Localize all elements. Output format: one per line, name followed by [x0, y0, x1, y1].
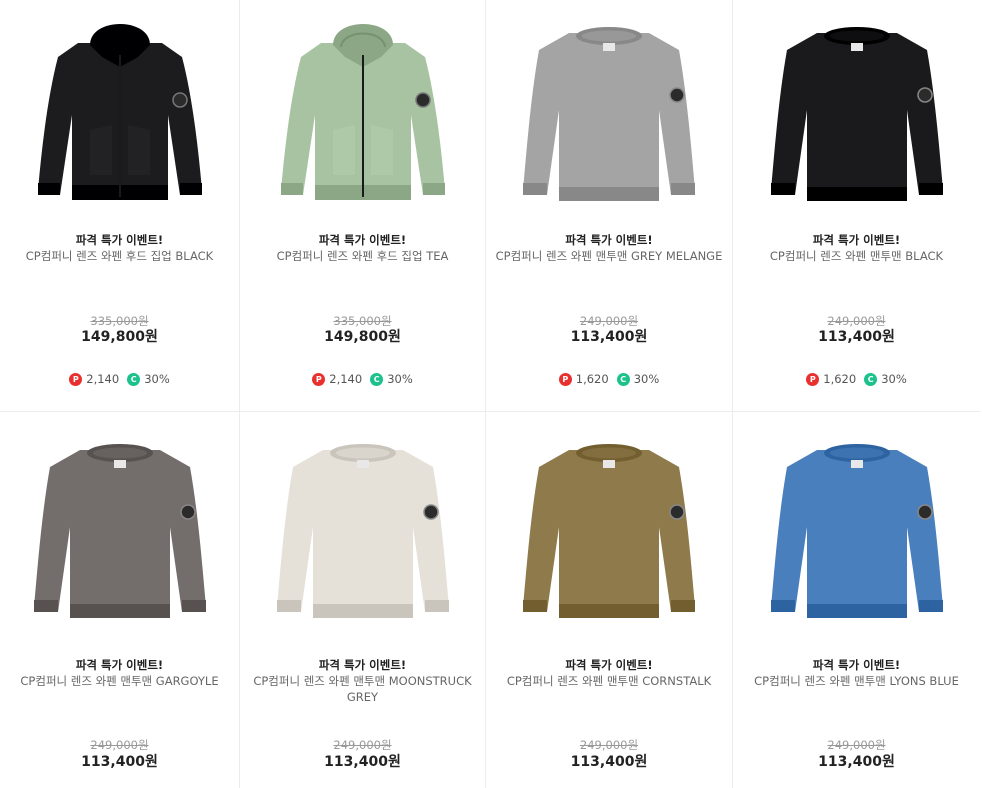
product-card[interactable]: 파격 특가 이벤트! CP컴퍼니 렌즈 와펜 맨투맨 GARGOYLE 249,… — [0, 412, 240, 788]
promo-label: 파격 특가 이벤트! — [318, 233, 407, 247]
product-card[interactable]: 파격 특가 이벤트! CP컴퍼니 렌즈 와펜 맨투맨 GREY MELANGE … — [486, 0, 733, 412]
sweatshirt-icon — [276, 444, 449, 618]
sweatshirt-icon — [33, 444, 206, 618]
product-image[interactable] — [0, 416, 239, 638]
coupon-icon: C — [616, 372, 630, 386]
points-value: 1,620 — [823, 372, 857, 386]
promo-label: 파격 특가 이벤트! — [318, 658, 407, 672]
sweatshirt-icon — [770, 27, 943, 201]
sale-price: 149,800원 — [324, 329, 401, 345]
product-image[interactable] — [240, 0, 485, 220]
product-name[interactable]: CP컴퍼니 렌즈 와펜 후드 집업 BLACK — [6, 248, 233, 264]
hoodie-icon — [280, 24, 445, 200]
benefit-badges: P 1,620 C 30% — [733, 372, 980, 386]
sale-price: 113,400원 — [81, 754, 158, 770]
product-image[interactable] — [733, 416, 980, 638]
points-icon: P — [69, 372, 83, 386]
product-name[interactable]: CP컴퍼니 렌즈 와펜 맨투맨 GARGOYLE — [6, 673, 233, 689]
product-grid: 파격 특가 이벤트! CP컴퍼니 렌즈 와펜 후드 집업 BLACK 335,0… — [0, 0, 980, 788]
sale-price: 149,800원 — [81, 329, 158, 345]
hoodie-icon — [37, 24, 202, 200]
product-image[interactable] — [486, 416, 732, 638]
benefit-badges: P 2,140 C 30% — [0, 372, 239, 386]
points-icon: P — [558, 372, 572, 386]
sweatshirt-icon — [523, 27, 695, 201]
sale-price: 113,400원 — [570, 329, 648, 345]
product-name[interactable]: CP컴퍼니 렌즈 와펜 후드 집업 TEA — [246, 248, 479, 264]
product-image[interactable] — [0, 0, 239, 220]
coupon-value: 30% — [633, 372, 660, 386]
product-name[interactable]: CP컴퍼니 렌즈 와펜 맨투맨 GREY MELANGE — [492, 248, 726, 264]
product-name[interactable]: CP컴퍼니 렌즈 와펜 맨투맨 CORNSTALK — [492, 673, 726, 689]
product-card[interactable]: 파격 특가 이벤트! CP컴퍼니 렌즈 와펜 후드 집업 BLACK 335,0… — [0, 0, 240, 412]
sweatshirt-icon — [523, 444, 695, 618]
sale-price: 113,400원 — [324, 754, 401, 770]
product-card[interactable]: 파격 특가 이벤트! CP컴퍼니 렌즈 와펜 맨투맨 BLACK 249,000… — [733, 0, 980, 412]
sweatshirt-icon — [770, 444, 943, 618]
promo-label: 파격 특가 이벤트! — [812, 233, 901, 247]
coupon-value: 30% — [387, 372, 413, 386]
product-image[interactable] — [240, 416, 485, 638]
promo-label: 파격 특가 이벤트! — [565, 658, 653, 672]
promo-label: 파격 특가 이벤트! — [75, 658, 164, 672]
coupon-icon: C — [864, 372, 878, 386]
points-value: 1,620 — [575, 372, 609, 386]
product-image[interactable] — [733, 0, 980, 220]
product-name[interactable]: CP컴퍼니 렌즈 와펜 맨투맨 LYONS BLUE — [739, 673, 974, 689]
promo-label: 파격 특가 이벤트! — [812, 658, 901, 672]
product-card[interactable]: 파격 특가 이벤트! CP컴퍼니 렌즈 와펜 맨투맨 CORNSTALK 249… — [486, 412, 733, 788]
coupon-value: 30% — [144, 372, 170, 386]
sale-price: 113,400원 — [818, 329, 895, 345]
coupon-icon: C — [127, 372, 141, 386]
points-value: 2,140 — [86, 372, 120, 386]
sale-price: 113,400원 — [818, 754, 895, 770]
points-icon: P — [312, 372, 326, 386]
points-icon: P — [806, 372, 820, 386]
promo-label: 파격 특가 이벤트! — [565, 233, 653, 247]
product-card[interactable]: 파격 특가 이벤트! CP컴퍼니 렌즈 와펜 맨투맨 MOONSTRUCK GR… — [240, 412, 486, 788]
product-image[interactable] — [486, 0, 732, 220]
sale-price: 113,400원 — [570, 754, 648, 770]
promo-label: 파격 특가 이벤트! — [75, 233, 164, 247]
benefit-badges: P 2,140 C 30% — [240, 372, 485, 386]
product-card[interactable]: 파격 특가 이벤트! CP컴퍼니 렌즈 와펜 후드 집업 TEA 335,000… — [240, 0, 486, 412]
points-value: 2,140 — [329, 372, 363, 386]
coupon-value: 30% — [881, 372, 907, 386]
coupon-icon: C — [370, 372, 384, 386]
product-name[interactable]: CP컴퍼니 렌즈 와펜 맨투맨 MOONSTRUCK GREY — [246, 673, 479, 705]
product-name[interactable]: CP컴퍼니 렌즈 와펜 맨투맨 BLACK — [739, 248, 974, 264]
product-card[interactable]: 파격 특가 이벤트! CP컴퍼니 렌즈 와펜 맨투맨 LYONS BLUE 24… — [733, 412, 980, 788]
benefit-badges: P 1,620 C 30% — [486, 372, 732, 386]
